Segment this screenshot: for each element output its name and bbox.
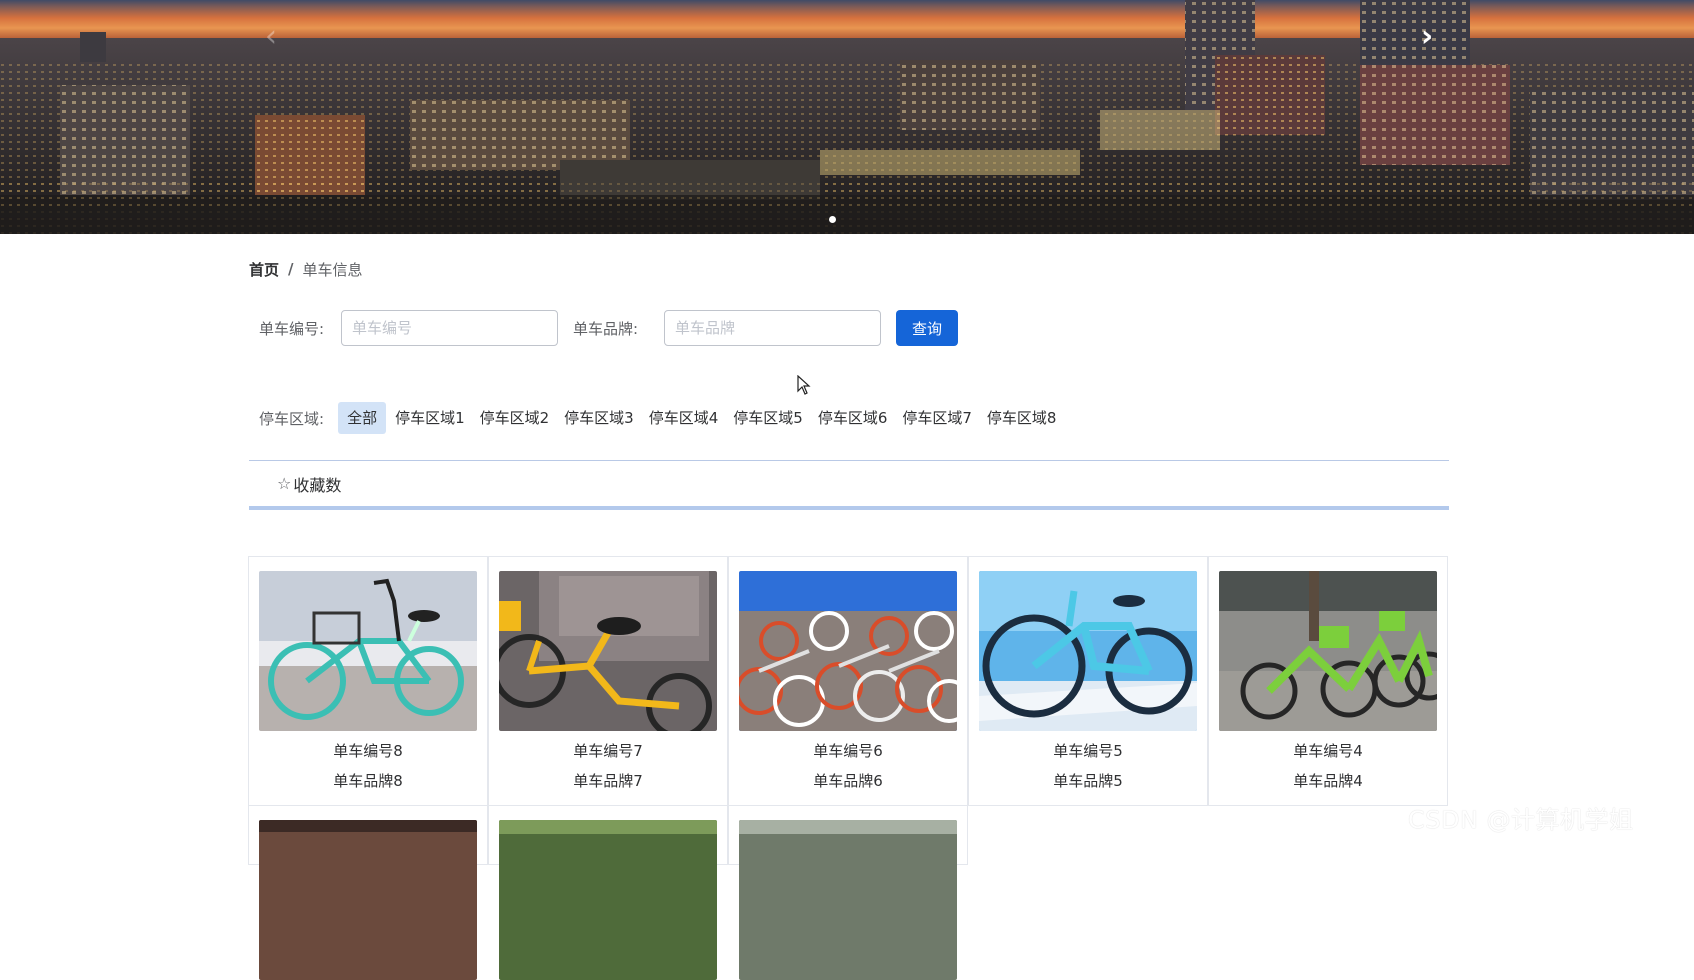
watermark-text: CSDN @计算机学姐 (1408, 806, 1634, 834)
bike-brand-label: 单车品牌: (573, 319, 639, 338)
bike-brand: 单车品牌8 (333, 772, 403, 790)
bike-number-label: 单车编号: (259, 319, 325, 338)
bike-brand-input[interactable] (664, 310, 881, 346)
sort-favorites-label: 收藏数 (293, 475, 342, 495)
breadcrumb: 首页 / 单车信息 (249, 258, 363, 280)
chevron-left-icon: ‹ (265, 19, 277, 54)
bike-card[interactable] (728, 805, 968, 980)
carousel-indicators (829, 216, 836, 223)
bike-number: 单车编号4 (1293, 742, 1363, 760)
bike-number: 单车编号8 (333, 742, 403, 760)
bike-card[interactable] (488, 805, 728, 980)
bike-image (979, 571, 1197, 731)
bike-number: 单车编号6 (813, 742, 883, 760)
parking-area-label: 停车区域: (259, 409, 325, 428)
hero-banner-carousel[interactable]: ‹ › (0, 0, 1694, 234)
chevron-right-icon: › (1420, 19, 1434, 54)
bike-image (499, 571, 717, 731)
bike-image (259, 571, 477, 731)
bike-brand: 单车品牌6 (813, 772, 883, 790)
bike-grid: 单车编号8 单车品牌8 单车编号7 单车品牌7 单车编号6 单车品牌6 单车编号… (248, 556, 1449, 980)
search-form: 单车编号: 单车品牌: 查询 (249, 309, 958, 347)
bike-image (739, 571, 957, 731)
area-option-4[interactable]: 停车区域4 (642, 402, 726, 434)
bike-image (739, 820, 957, 980)
bike-card[interactable]: 单车编号6 单车品牌6 (728, 556, 968, 806)
area-option-8[interactable]: 停车区域8 (980, 402, 1064, 434)
carousel-prev-arrow[interactable]: ‹ (256, 22, 286, 52)
area-option-7[interactable]: 停车区域7 (895, 402, 979, 434)
mouse-cursor-icon (797, 375, 811, 395)
parking-area-filter: 停车区域: 全部 停车区域1 停车区域2 停车区域3 停车区域4 停车区域5 停… (249, 402, 1064, 434)
breadcrumb-separator: / (288, 260, 294, 278)
area-option-all[interactable]: 全部 (338, 402, 387, 434)
carousel-next-arrow[interactable]: › (1412, 22, 1442, 52)
bike-card[interactable]: 单车编号5 单车品牌5 (968, 556, 1208, 806)
bike-number-input[interactable] (341, 310, 558, 346)
sort-bar: ☆ 收藏数 (249, 460, 1449, 510)
bike-number: 单车编号7 (573, 742, 643, 760)
bike-card[interactable]: 单车编号7 单车品牌7 (488, 556, 728, 806)
bike-number: 单车编号5 (1053, 742, 1123, 760)
sort-by-favorites[interactable]: ☆ 收藏数 (277, 472, 341, 496)
bike-card[interactable]: 单车编号8 单车品牌8 (248, 556, 488, 806)
bike-brand: 单车品牌4 (1293, 772, 1363, 790)
star-outline-icon: ☆ (277, 474, 292, 493)
bike-brand: 单车品牌7 (573, 772, 643, 790)
breadcrumb-home-link[interactable]: 首页 (249, 259, 279, 280)
area-option-5[interactable]: 停车区域5 (726, 402, 810, 434)
area-option-3[interactable]: 停车区域3 (557, 402, 641, 434)
bike-image (1219, 571, 1437, 731)
query-button[interactable]: 查询 (896, 310, 958, 346)
bike-card[interactable] (248, 805, 488, 980)
breadcrumb-current: 单车信息 (302, 260, 363, 279)
area-option-2[interactable]: 停车区域2 (473, 402, 557, 434)
bike-brand: 单车品牌5 (1053, 772, 1123, 790)
bike-card[interactable]: 单车编号4 单车品牌4 (1208, 556, 1448, 806)
area-option-6[interactable]: 停车区域6 (811, 402, 895, 434)
carousel-indicator-dot[interactable] (829, 216, 836, 223)
bike-image (499, 820, 717, 980)
area-option-1[interactable]: 停车区域1 (388, 402, 472, 434)
bike-image (259, 820, 477, 980)
